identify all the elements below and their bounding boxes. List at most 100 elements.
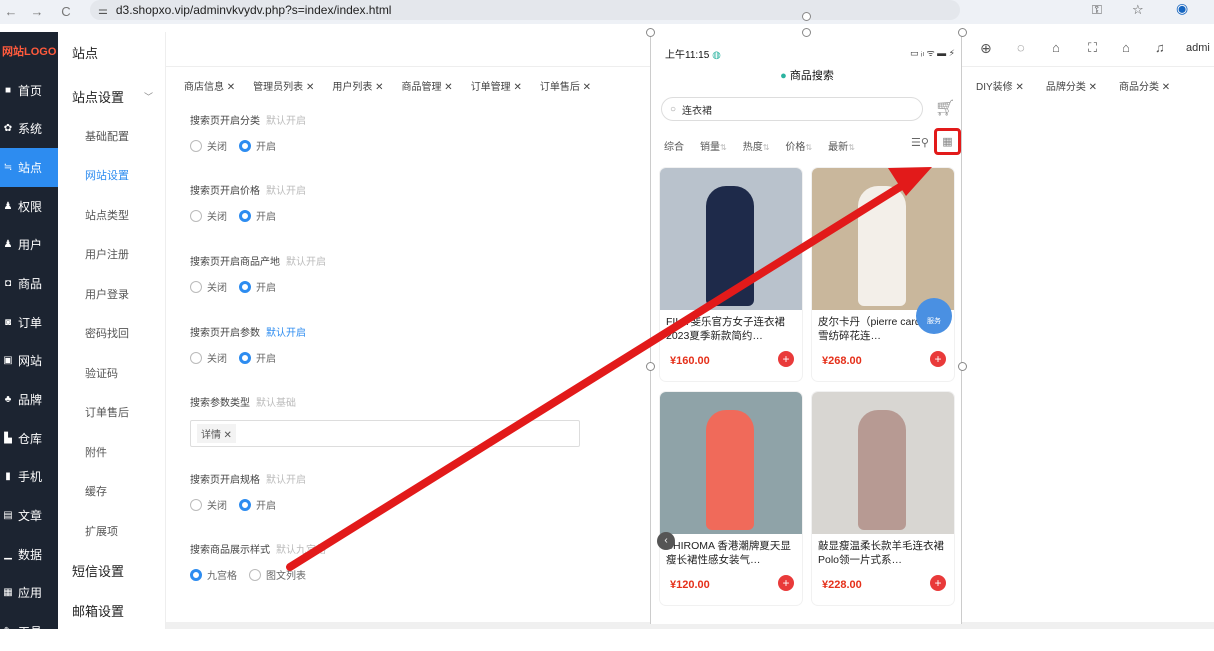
radio-button[interactable] (190, 568, 202, 581)
add-to-cart-icon[interactable]: + (778, 351, 794, 367)
site-logo[interactable]: 网站LOGO (0, 32, 58, 71)
password-key-icon[interactable]: ⚿ (1092, 2, 1102, 18)
product-image[interactable] (812, 168, 954, 310)
radio-button[interactable] (190, 498, 202, 511)
fullscreen-icon[interactable]: ⛶ (1088, 40, 1097, 56)
radio-button[interactable] (249, 568, 261, 581)
radio-option[interactable]: 开启 (239, 279, 276, 294)
product-image[interactable] (812, 392, 954, 534)
add-icon[interactable]: ⊕ (980, 40, 992, 57)
reload-icon[interactable]: C (57, 4, 75, 19)
sort-option[interactable]: 热度⇅ (743, 138, 770, 153)
radio-option[interactable]: 关闭 (190, 350, 227, 365)
sidebar-item-3[interactable]: ♟ 权限 (0, 187, 58, 226)
tab[interactable]: DIY装修 ✕ (976, 78, 1024, 93)
resize-handle[interactable] (646, 28, 655, 37)
sidebar-item-2[interactable]: ≒ 站点 (0, 148, 58, 187)
subnav-item[interactable]: 扩展项 (58, 511, 165, 551)
sort-option[interactable]: 最新⇅ (828, 138, 855, 153)
resize-handle[interactable] (958, 28, 967, 37)
phone-search-input[interactable]: ○ 连衣裙 (661, 97, 923, 121)
subnav-group-sms[interactable]: 短信设置 (58, 551, 165, 591)
tab[interactable]: 商品管理 ✕ (402, 78, 453, 96)
radio-button[interactable] (190, 351, 202, 364)
site-settings-icon[interactable]: ⚌ (98, 4, 108, 17)
radio-option[interactable]: 开启 (239, 208, 276, 223)
add-to-cart-icon[interactable]: + (778, 575, 794, 591)
carousel-prev-icon[interactable]: ‹ (657, 532, 675, 550)
rotate-handle[interactable] (802, 12, 811, 21)
subnav-item[interactable]: 用户登录 (58, 274, 165, 314)
radio-option[interactable]: 关闭 (190, 497, 227, 512)
subnav-group-email[interactable]: 邮箱设置 (58, 591, 165, 631)
product-image[interactable] (660, 168, 802, 310)
product-image[interactable] (660, 392, 802, 534)
sidebar-item-14[interactable]: ✎ 工具 (0, 612, 58, 651)
resize-handle[interactable] (802, 28, 811, 37)
radio-option[interactable]: 九宫格 (190, 567, 237, 582)
sidebar-item-0[interactable]: ■ 首页 (0, 71, 58, 110)
radio-option[interactable]: 开启 (239, 350, 276, 365)
forward-icon[interactable]: → (28, 4, 46, 19)
subnav-item[interactable]: 密码找回 (58, 314, 165, 354)
sidebar-item-4[interactable]: ♟ 用户 (0, 225, 58, 264)
subnav-item[interactable]: 附件 (58, 432, 165, 472)
product-card[interactable]: FILA 斐乐官方女子连衣裙2023夏季新款简约… ¥160.00 + (660, 168, 802, 381)
filter-icon[interactable]: ☰⚲ (911, 136, 929, 149)
layout-toggle-button[interactable]: ▦ (934, 128, 961, 155)
back-icon[interactable]: ← (2, 4, 20, 19)
bell-icon[interactable]: ♫ (1155, 40, 1165, 55)
sort-option[interactable]: 综合 (664, 138, 684, 153)
theme-icon[interactable]: ◌ (1017, 40, 1025, 55)
sidebar-item-9[interactable]: ▙ 仓库 (0, 419, 58, 458)
sidebar-item-8[interactable]: ♣ 品牌 (0, 380, 58, 419)
tab[interactable]: 管理员列表 ✕ (253, 78, 314, 96)
subnav-item[interactable]: 订单售后 (58, 393, 165, 433)
product-card[interactable]: SHIROMA 香港潮牌夏天显瘦长裙性感女装气… ¥120.00 + (660, 392, 802, 605)
add-to-cart-icon[interactable]: + (930, 351, 946, 367)
tab[interactable]: 商店信息 ✕ (184, 78, 235, 96)
home-icon[interactable]: ⌂ (1122, 40, 1130, 55)
subnav-item[interactable]: 缓存 (58, 472, 165, 512)
subnav-item[interactable]: 站点类型 (58, 195, 165, 235)
radio-button[interactable] (239, 351, 251, 364)
resize-handle[interactable] (646, 362, 655, 371)
radio-button[interactable] (239, 280, 251, 293)
admin-menu[interactable]: admi (1186, 42, 1210, 54)
profile-icon[interactable]: ◉ (1176, 0, 1188, 17)
sidebar-item-10[interactable]: ▮ 手机 (0, 458, 58, 497)
tab[interactable]: 品牌分类 ✕ (1046, 78, 1097, 93)
sidebar-item-5[interactable]: ◘ 商品 (0, 264, 58, 303)
tag-select[interactable]: 详情 ✕ (190, 420, 580, 447)
sort-option[interactable]: 价格⇅ (785, 138, 812, 153)
radio-button[interactable] (190, 209, 202, 222)
sidebar-item-7[interactable]: ▣ 网站 (0, 342, 58, 381)
sidebar-item-1[interactable]: ✿ 系统 (0, 109, 58, 148)
sidebar-item-6[interactable]: ◙ 订单 (0, 303, 58, 342)
radio-button[interactable] (190, 139, 202, 152)
radio-button[interactable] (239, 139, 251, 152)
address-bar[interactable]: ⚌ d3.shopxo.vip/adminvkvydv.php?s=index/… (90, 0, 960, 20)
tab[interactable]: 用户列表 ✕ (332, 78, 383, 96)
subnav-item[interactable]: 用户注册 (58, 235, 165, 275)
radio-button[interactable] (239, 498, 251, 511)
product-card[interactable]: 皮尔卡丹（pierre cardin）雪纺碎花连… ¥268.00 + (812, 168, 954, 381)
radio-option[interactable]: 图文列表 (249, 567, 306, 582)
resize-handle[interactable] (958, 362, 967, 371)
subnav-item[interactable]: 网站设置 (58, 156, 165, 196)
cart-icon[interactable]: 🛒︎ (935, 98, 955, 118)
tab[interactable]: 商品分类 ✕ (1119, 78, 1170, 93)
tab[interactable]: 订单管理 ✕ (471, 78, 522, 96)
radio-option[interactable]: 关闭 (190, 138, 227, 153)
radio-option[interactable]: 关闭 (190, 208, 227, 223)
selected-tag[interactable]: 详情 ✕ (197, 424, 236, 443)
sidebar-item-11[interactable]: ▤ 文章 (0, 496, 58, 535)
store-icon[interactable]: ⌂ (1052, 40, 1060, 55)
sort-option[interactable]: 销量⇅ (700, 138, 727, 153)
radio-option[interactable]: 开启 (239, 497, 276, 512)
radio-button[interactable] (239, 209, 251, 222)
subnav-item[interactable]: 验证码 (58, 353, 165, 393)
radio-option[interactable]: 关闭 (190, 279, 227, 294)
bookmark-star-icon[interactable]: ☆ (1132, 2, 1144, 18)
radio-option[interactable]: 开启 (239, 138, 276, 153)
